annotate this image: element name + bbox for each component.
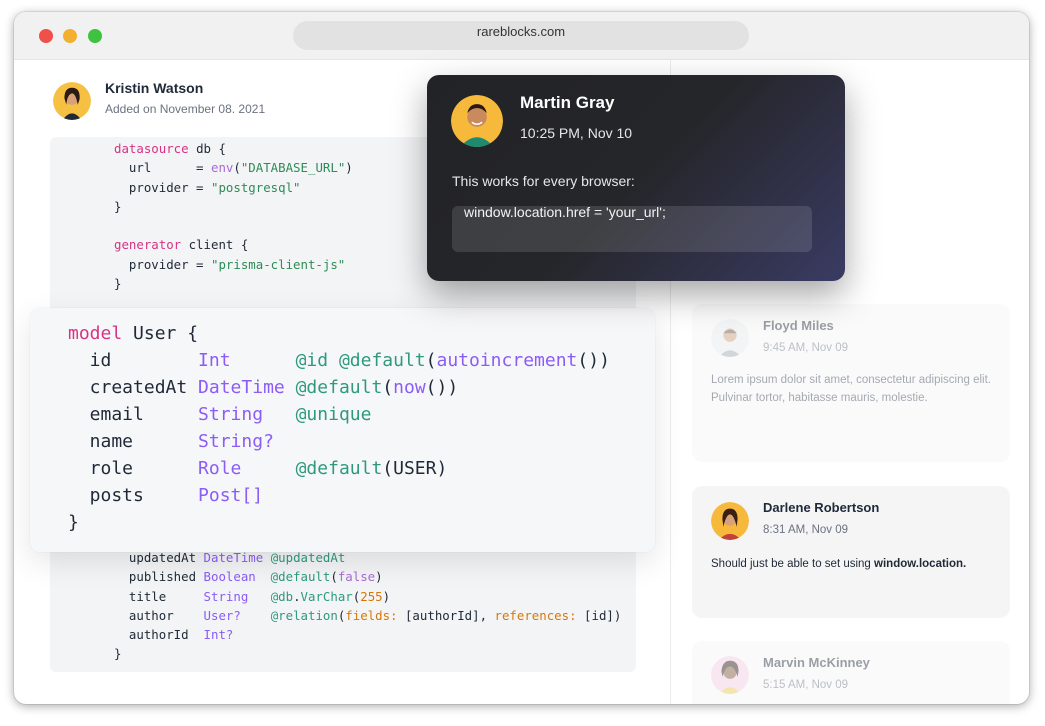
commenter-name: Floyd Miles	[763, 318, 834, 333]
comment-time: 9:45 AM, Nov 09	[763, 342, 849, 354]
code-line: url = env("DATABASE_URL")	[114, 160, 353, 176]
code-line: role Role @default(USER)	[68, 458, 448, 479]
code-block-top: datasource db { url = env("DATABASE_URL"…	[114, 139, 353, 293]
comment-body-text: Should just be able to set using	[711, 558, 875, 570]
popup-code-block: window.location.href = 'your_url';	[452, 204, 812, 252]
comment-time: 8:31 AM, Nov 09	[763, 524, 849, 536]
comment-body: Should just be able to set using window.…	[711, 555, 1001, 573]
commenter-avatar	[711, 502, 749, 540]
close-window-button[interactable]	[39, 29, 53, 43]
code-line: posts Post[]	[68, 485, 264, 506]
address-bar-url: rareblocks.com	[476, 24, 566, 39]
browser-titlebar: rareblocks.com	[14, 12, 1029, 60]
code-line: email String @unique	[68, 404, 372, 425]
author-avatar	[53, 82, 91, 120]
comment-card[interactable]: Marvin McKinney 5:15 AM, Nov 09	[692, 641, 1010, 704]
code-line: }	[68, 512, 79, 533]
code-line: author User? @relation(fields: [authorId…	[114, 607, 622, 623]
author-name: Kristin Watson	[105, 80, 204, 96]
commenter-avatar	[711, 319, 749, 357]
popup-message: This works for every browser:	[452, 173, 635, 189]
maximize-window-button[interactable]	[88, 29, 102, 43]
code-line: title String @db.VarChar(255)	[114, 588, 391, 604]
minimize-window-button[interactable]	[63, 29, 77, 43]
popup-code-text: window.location.href = 'your_url';	[464, 204, 666, 220]
code-line: generator client {	[114, 237, 249, 253]
code-line: }	[114, 198, 122, 214]
comment-card[interactable]: Darlene Robertson 8:31 AM, Nov 09 Should…	[692, 486, 1010, 618]
comment-body: Lorem ipsum dolor sit amet, consectetur …	[711, 374, 991, 404]
comment-body-code: window.location.	[874, 558, 967, 570]
code-line: provider = "postgresql"	[114, 179, 301, 195]
code-line: authorId Int?	[114, 627, 234, 643]
code-line: createdAt DateTime @default(now())	[68, 377, 459, 398]
code-line: published Boolean @default(false)	[114, 569, 383, 585]
code-block-bottom: updatedAt DateTime @updatedAt published …	[114, 548, 621, 664]
commenter-avatar	[711, 656, 749, 694]
address-bar[interactable]: rareblocks.com	[293, 21, 749, 50]
code-line: provider = "prisma-client-js"	[114, 256, 346, 272]
comment-time: 5:15 AM, Nov 09	[763, 679, 849, 691]
highlighted-comment-popup[interactable]: Martin Gray 10:25 PM, Nov 10 This works …	[427, 75, 845, 281]
commenter-name: Darlene Robertson	[763, 500, 880, 515]
popup-time: 10:25 PM, Nov 10	[520, 125, 633, 141]
commenter-name: Marvin McKinney	[763, 655, 870, 670]
code-line: model User {	[68, 323, 199, 344]
post-date: Added on November 08. 2021	[105, 102, 266, 116]
code-line: name String?	[68, 431, 274, 452]
code-line: datasource db {	[114, 141, 226, 156]
code-line: id Int @id @default(autoincrement())	[68, 350, 610, 371]
comment-card[interactable]: Floyd Miles 9:45 AM, Nov 09 Lorem ipsum …	[692, 304, 1010, 462]
code-line: }	[114, 276, 122, 292]
popup-avatar	[451, 95, 503, 147]
code-line: }	[114, 646, 122, 662]
code-focus-text: model User { id Int @id @default(autoinc…	[68, 320, 610, 536]
popup-author-name: Martin Gray	[520, 93, 615, 112]
code-focus-card: model User { id Int @id @default(autoinc…	[30, 308, 655, 552]
